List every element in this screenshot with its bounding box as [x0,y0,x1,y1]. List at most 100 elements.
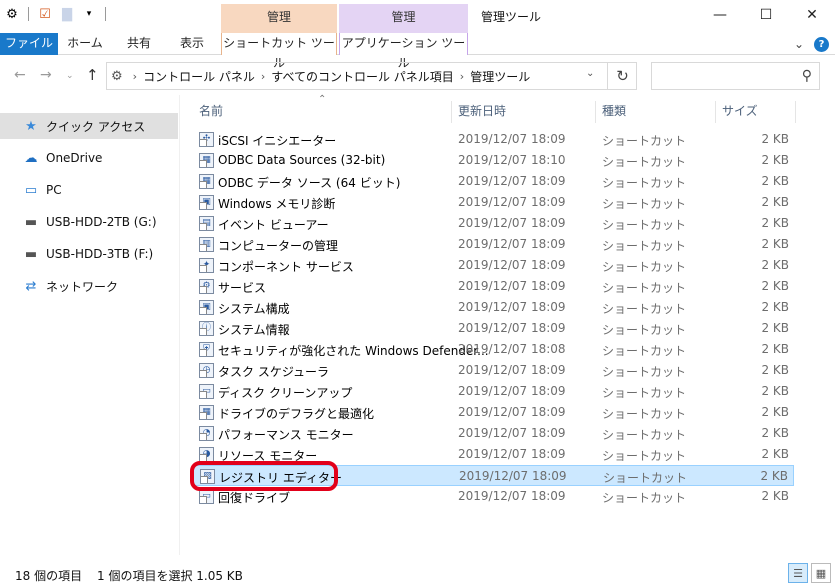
sidebar-item-label: クイック アクセス [46,119,146,134]
shortcut-icon: ▤ [199,216,214,231]
breadcrumb-control-panel[interactable]: コントロール パネル [143,68,255,85]
tab-application-tools[interactable]: アプリケーション ツール [339,33,468,70]
tab-shortcut-tools[interactable]: ショートカット ツール [221,33,337,70]
title-bar: ⚙ ☑ ▇ ▾ 管理 管理 管理ツール — ☐ ✕ [0,0,835,33]
forward-arrow-icon[interactable]: → [40,67,52,83]
search-input[interactable]: ⚲ [651,62,820,90]
navigation-bar: ← → ⌄ ↑ ⚙ › コントロール パネル › すべてのコントロール パネル項… [0,58,835,94]
shortcut-icon: ⓘ [199,321,214,336]
toolbar-divider [105,7,106,21]
help-icon[interactable]: ? [814,37,829,52]
address-history-chevron-icon[interactable]: ⌄ [586,68,594,79]
shortcut-icon: ▣ [199,300,214,315]
breadcrumb-admin-tools[interactable]: 管理ツール [470,68,530,85]
sidebar-item-onedrive[interactable]: ☁ OneDrive [0,145,178,171]
sidebar-item-usb-hdd-3tb[interactable]: ▬ USB-HDD-3TB (F:) [0,241,178,267]
file-name: セキュリティが強化された Windows Defender... [218,344,489,358]
file-row[interactable]: ⚙ サービス 2019/12/07 18:09 ショートカット 2 KB [193,276,794,297]
ribbon-tabs: ファイル ホーム 共有 表示 ショートカット ツール アプリケーション ツール [0,33,835,70]
breadcrumb-separator-icon[interactable]: › [460,70,464,83]
tab-home[interactable]: ホーム [60,33,110,55]
file-row[interactable]: ▦ ドライブのデフラグと最適化 2019/12/07 18:09 ショートカット 2 K… [193,402,794,423]
expand-ribbon-icon[interactable]: ⌄ [794,37,804,52]
file-name: サービス [218,281,267,295]
column-divider[interactable] [595,101,596,123]
file-row[interactable]: ▣ Windows メモリ診断 2019/12/07 18:09 ショートカット 2 K… [193,192,794,213]
file-date: 2019/12/07 18:10 [458,153,566,167]
file-type: ショートカット [602,197,687,211]
file-type: ショートカット [602,302,687,316]
file-row[interactable]: ▧ レジストリ エディター 2019/12/07 18:09 ショートカット 2 KB [193,465,794,486]
view-switcher: ☰ ▦ [788,563,831,583]
column-header-size[interactable]: サイズ [722,102,758,122]
file-row[interactable]: ▦ ODBC Data Sources (32-bit) 2019/12/07 18… [193,150,794,171]
file-row[interactable]: ⛨ セキュリティが強化された Windows Defender... 2019/12… [193,339,794,360]
file-date: 2019/12/07 18:09 [458,195,566,209]
sort-ascending-icon: ⌃ [318,94,327,105]
file-type: ショートカット [602,260,687,274]
file-name: システム情報 [218,323,290,337]
maximize-button[interactable]: ☐ [743,0,789,30]
new-folder-icon[interactable]: ▇ [59,6,75,22]
file-row[interactable]: ✦ コンポーネント サービス 2019/12/07 18:09 ショートカット 2 KB [193,255,794,276]
shortcut-icon: ⚙ [199,279,214,294]
file-row[interactable]: ◕ リソース モニター 2019/12/07 18:09 ショートカット 2 KB [193,444,794,465]
column-header-type[interactable]: 種類 [602,102,626,122]
sidebar-item-label: USB-HDD-3TB (F:) [46,247,154,261]
file-row[interactable]: ▭ ディスク クリーンアップ 2019/12/07 18:09 ショートカット 2 KB [193,381,794,402]
file-date: 2019/12/07 18:09 [458,237,566,251]
details-view-icon[interactable]: ☰ [788,563,808,583]
sidebar-item-usb-hdd-2tb[interactable]: ▬ USB-HDD-2TB (G:) [0,209,178,235]
file-date: 2019/12/07 18:09 [458,426,566,440]
column-divider[interactable] [715,101,716,123]
customize-toolbar-icon[interactable]: ▾ [81,6,97,22]
file-type: ショートカット [603,471,688,485]
breadcrumb-separator-icon[interactable]: › [133,70,137,83]
file-name: レジストリ エディター [219,471,342,485]
file-type: ショートカット [602,323,687,337]
file-size: 2 KB [761,300,789,314]
tab-share[interactable]: 共有 [113,33,165,55]
file-row[interactable]: ▥ コンピューターの管理 2019/12/07 18:09 ショートカット 2 KB [193,234,794,255]
refresh-icon[interactable]: ↻ [607,62,637,90]
tab-view[interactable]: 表示 [168,33,216,55]
sidebar-item-pc[interactable]: ▭ PC [0,177,178,203]
tab-file[interactable]: ファイル [0,33,58,55]
file-row[interactable]: ▤ イベント ビューアー 2019/12/07 18:09 ショートカット 2 KB [193,213,794,234]
column-divider[interactable] [795,101,796,123]
sidebar-item-quick-access[interactable]: ★ クイック アクセス [0,113,178,139]
file-row[interactable]: ◷ タスク スケジューラ 2019/12/07 18:09 ショートカット 2 KB [193,360,794,381]
breadcrumb-all-items[interactable]: すべてのコントロール パネル項目 [271,68,454,85]
search-icon: ⚲ [801,68,812,84]
file-name: ドライブのデフラグと最適化 [218,407,375,421]
file-row[interactable]: ⓘ システム情報 2019/12/07 18:09 ショートカット 2 KB [193,318,794,339]
large-icons-view-icon[interactable]: ▦ [811,563,831,583]
file-date: 2019/12/07 18:08 [458,342,566,356]
file-name: コンポーネント サービス [218,260,354,274]
back-arrow-icon[interactable]: ← [14,67,26,83]
properties-icon[interactable]: ☑ [37,6,53,22]
sidebar-item-network[interactable]: ⇄ ネットワーク [0,273,178,299]
address-bar[interactable]: ⚙ › コントロール パネル › すべてのコントロール パネル項目 › 管理ツー… [106,62,637,90]
sidebar-item-label: PC [46,183,62,197]
recent-locations-chevron-icon[interactable]: ⌄ [66,71,74,81]
column-header-name[interactable]: 名前 [199,102,223,122]
up-arrow-icon[interactable]: ↑ [86,66,99,84]
file-row[interactable]: ▭ 回復ドライブ 2019/12/07 18:09 ショートカット 2 KB [193,486,794,507]
file-date: 2019/12/07 18:09 [458,258,566,272]
file-row[interactable]: ▣ システム構成 2019/12/07 18:09 ショートカット 2 KB [193,297,794,318]
minimize-button[interactable]: — [697,0,743,30]
file-row[interactable]: ▦ ODBC データ ソース (64 ビット) 2019/12/07 18:09 ショ… [193,171,794,192]
file-row[interactable]: ✣ iSCSI イニシエーター 2019/12/07 18:09 ショートカット 2 K… [193,129,794,150]
file-date: 2019/12/07 18:09 [458,447,566,461]
context-group-shortcut: 管理 [221,4,337,33]
column-divider[interactable] [451,101,452,123]
file-date: 2019/12/07 18:09 [458,132,566,146]
file-size: 2 KB [761,363,789,377]
column-header-date[interactable]: 更新日時 [458,102,506,122]
file-size: 2 KB [760,469,788,483]
close-button[interactable]: ✕ [789,0,835,30]
control-panel-icon[interactable]: ⚙ [4,6,20,22]
file-row[interactable]: ◔ パフォーマンス モニター 2019/12/07 18:09 ショートカット 2 KB [193,423,794,444]
breadcrumb-separator-icon[interactable]: › [261,70,265,83]
